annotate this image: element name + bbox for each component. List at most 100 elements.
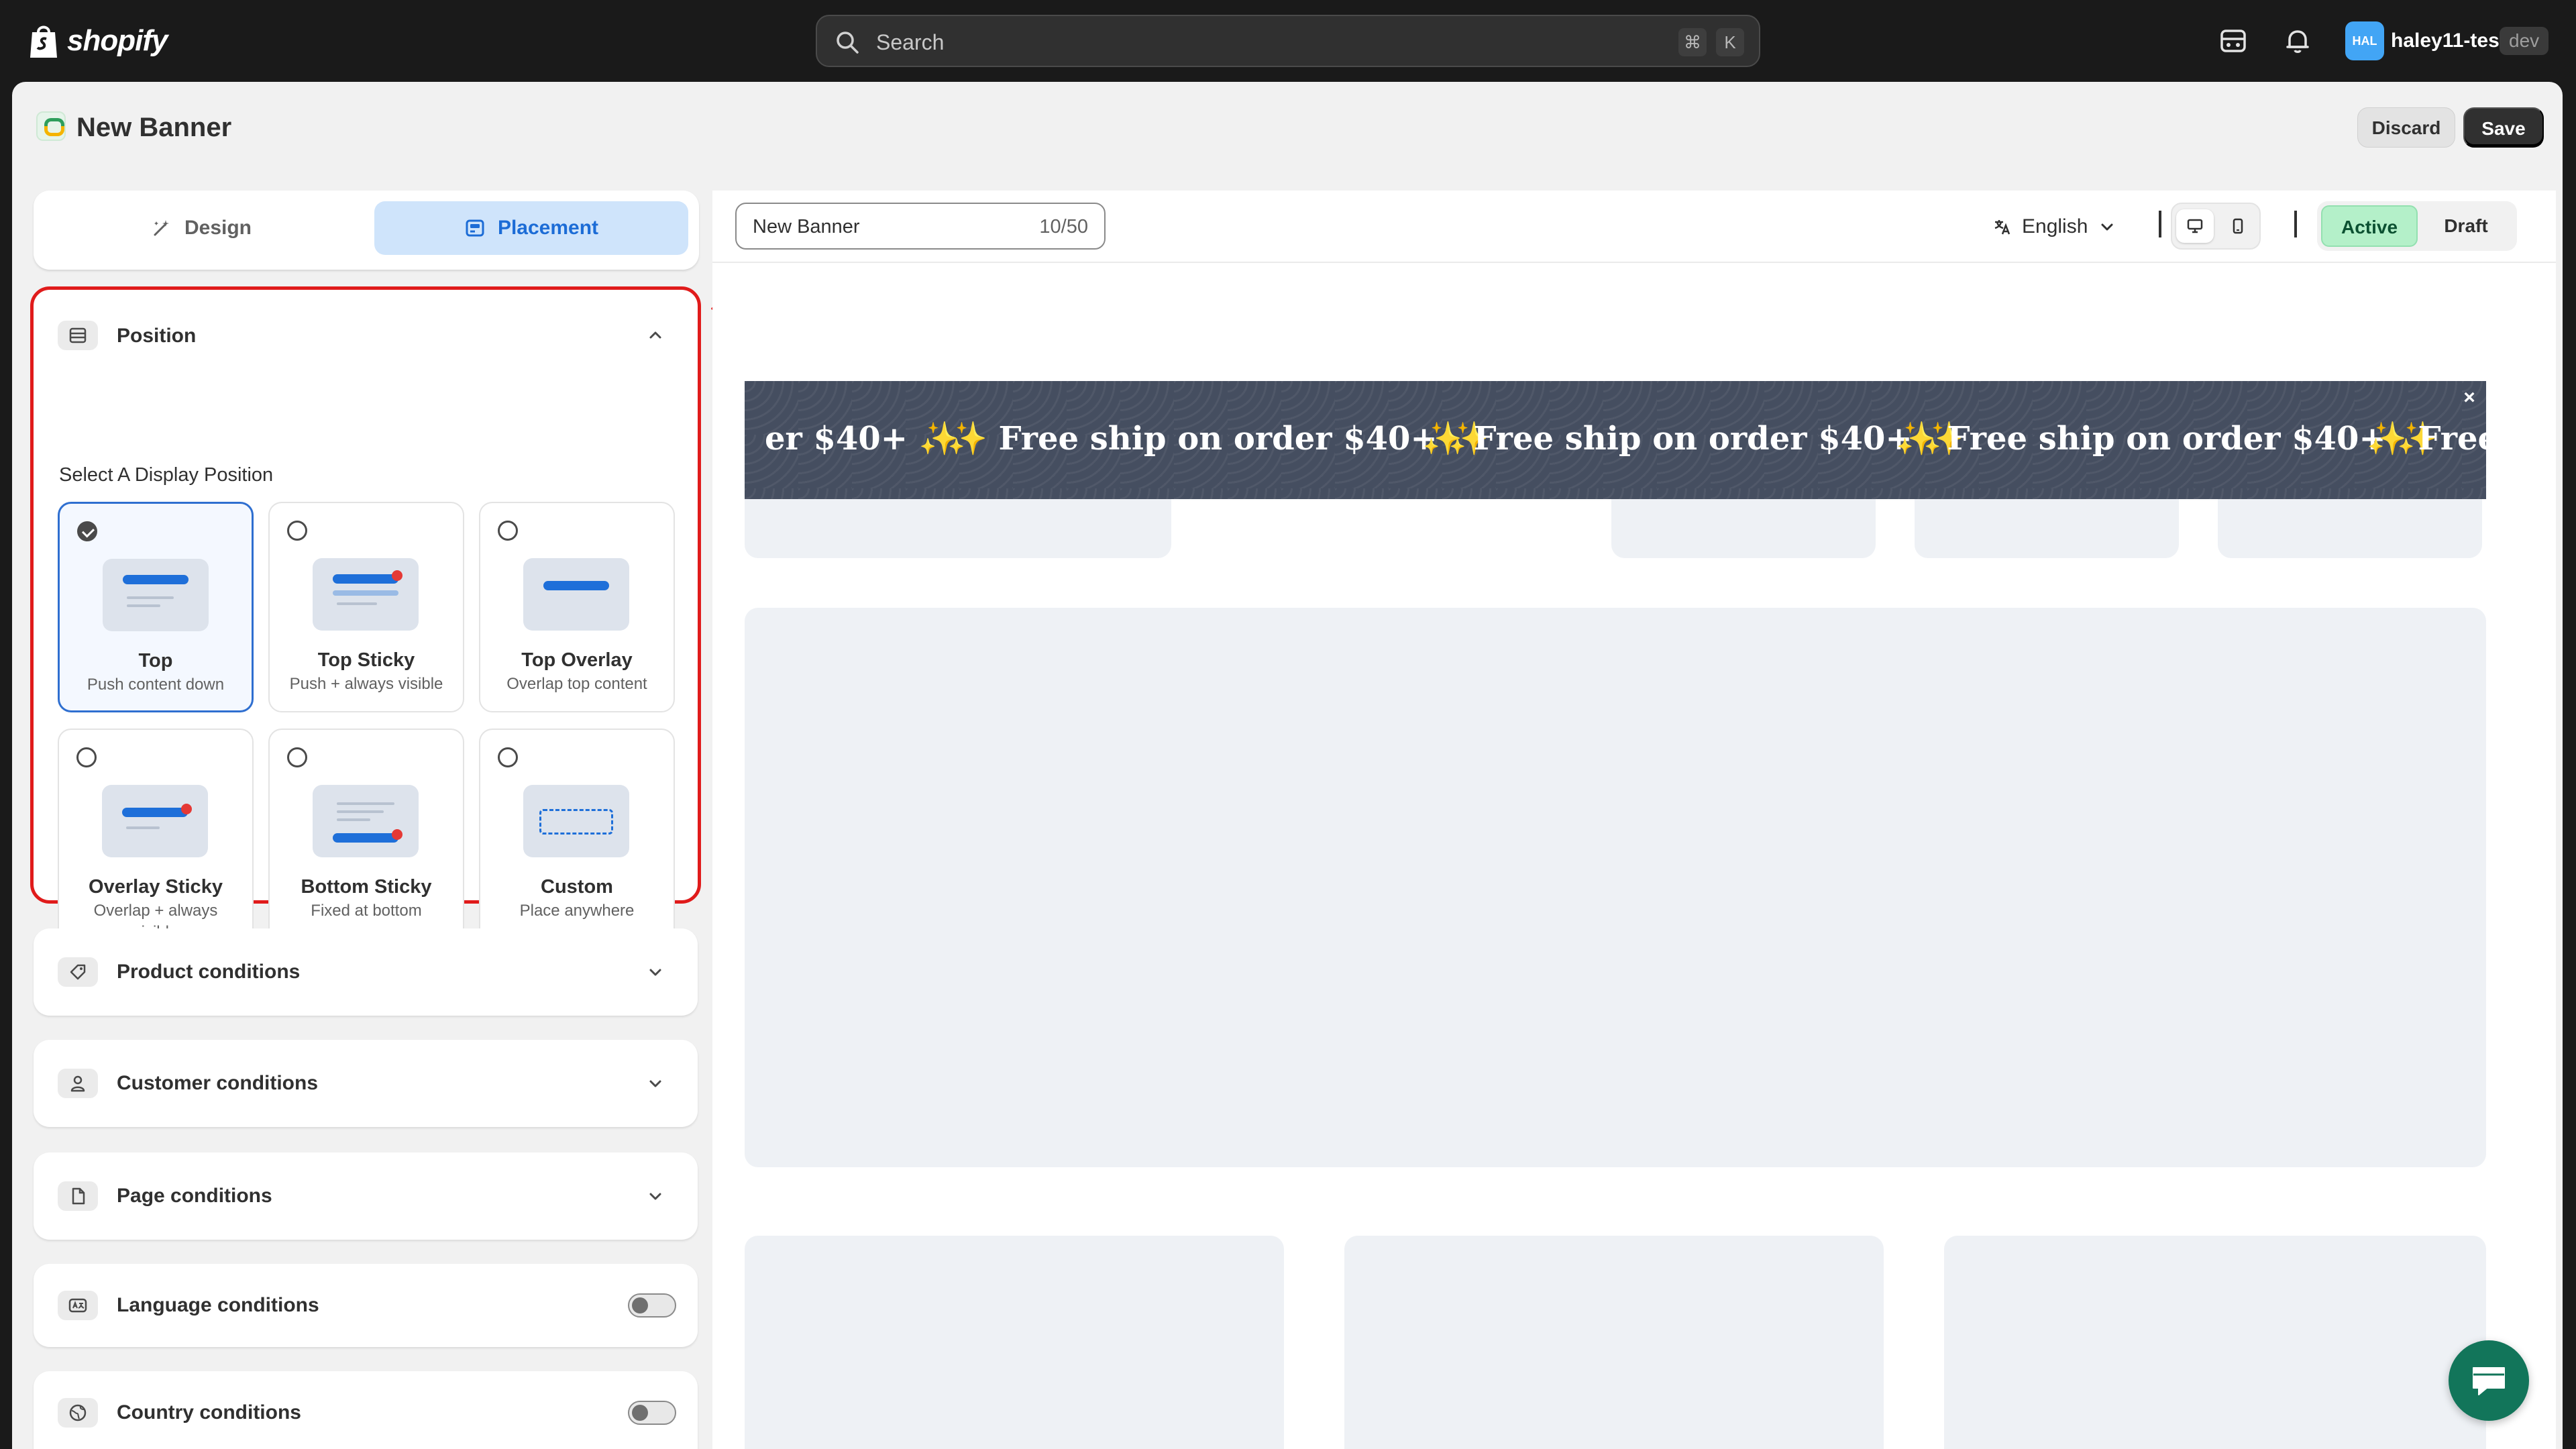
customer-conditions-title: Customer conditions — [117, 1072, 319, 1094]
translate-icon — [1994, 220, 2010, 235]
shopify-logo[interactable]: shopify — [28, 20, 168, 62]
top-overlay-illustration-icon — [523, 558, 629, 631]
option-title: Top — [138, 650, 173, 672]
page-conditions-title: Page conditions — [117, 1185, 272, 1207]
option-desc: Fixed at bottom — [311, 902, 422, 920]
option-desc: Push content down — [87, 676, 225, 694]
status-draft-button[interactable]: Draft — [2418, 205, 2514, 247]
radio-custom[interactable] — [498, 747, 518, 767]
search-icon — [837, 32, 859, 54]
shopify-bag-icon — [30, 25, 57, 58]
product-conditions-section[interactable]: Product conditions — [34, 928, 698, 1016]
chat-icon — [2473, 1367, 2505, 1395]
tab-design[interactable]: Design — [44, 201, 358, 255]
position-icon — [58, 321, 98, 350]
custom-illustration-icon — [523, 785, 629, 857]
env-badge: dev — [2500, 27, 2549, 55]
person-icon — [58, 1069, 98, 1098]
chat-support-button[interactable] — [2449, 1340, 2529, 1421]
editor-tabs: Design Placement — [34, 191, 699, 270]
top-bar: shopify Search ⌘ K HAL haley11-test dev — [0, 0, 2576, 82]
mobile-icon — [2233, 218, 2243, 234]
top-sticky-illustration-icon — [313, 558, 419, 631]
divider — [2294, 211, 2297, 237]
customer-conditions-section[interactable]: Customer conditions — [34, 1040, 698, 1127]
tab-design-label: Design — [184, 217, 252, 239]
chevron-down-icon[interactable] — [645, 962, 665, 982]
skeleton-card-placeholder — [1344, 1236, 1884, 1449]
option-title: Top Sticky — [317, 649, 415, 671]
page-conditions-section[interactable]: Page conditions — [34, 1152, 698, 1240]
radio-top-sticky[interactable] — [287, 521, 307, 541]
position-title: Position — [117, 325, 197, 347]
translate-icon — [58, 1291, 98, 1320]
tag-icon — [58, 957, 98, 987]
top-illustration-icon — [103, 559, 209, 631]
preview-toolbar: New Banner 10/50 English Active Draft — [712, 191, 2556, 263]
chevron-down-icon[interactable] — [645, 1186, 665, 1206]
store-icon[interactable] — [2218, 25, 2249, 56]
globe-icon — [58, 1398, 98, 1428]
chevron-down-icon[interactable] — [645, 1073, 665, 1093]
page-icon — [58, 1181, 98, 1211]
skeleton-placeholder — [2218, 499, 2482, 558]
position-subtitle: Select A Display Position — [59, 464, 274, 486]
save-button[interactable]: Save — [2463, 107, 2544, 148]
skeleton-placeholder — [1611, 499, 1876, 558]
mobile-view-button[interactable] — [2219, 209, 2257, 243]
banner-name-value: New Banner — [753, 216, 860, 237]
position-option-custom[interactable]: Custom Place anywhere — [479, 729, 675, 961]
banner-segment: ✨ Free — [2367, 420, 2486, 458]
position-option-top-overlay[interactable]: Top Overlay Overlap top content — [479, 502, 675, 712]
chevron-up-icon[interactable] — [645, 325, 665, 345]
position-section: Position Select A Display Position Top P… — [30, 286, 701, 961]
skeleton-placeholder — [745, 499, 1171, 558]
bottom-sticky-illustration-icon — [313, 785, 419, 857]
overlay-sticky-illustration-icon — [102, 785, 208, 857]
username[interactable]: haley11-test — [2391, 28, 2506, 54]
page-header: New Banner Discard Save — [12, 82, 2563, 172]
desktop-view-button[interactable] — [2176, 209, 2214, 243]
banner-name-count: 10/50 — [1039, 216, 1088, 237]
tab-placement[interactable]: Placement — [374, 201, 688, 255]
desktop-icon — [2187, 219, 2203, 233]
bell-icon[interactable] — [2282, 25, 2313, 56]
radio-top-overlay[interactable] — [498, 521, 518, 541]
device-switcher — [2171, 203, 2261, 250]
banner-segment: ✨ Free ship on order $40+ ✨ — [1896, 420, 2438, 458]
option-desc: Place anywhere — [519, 902, 635, 920]
discard-button[interactable]: Discard — [2357, 107, 2455, 148]
tab-placement-label: Placement — [497, 217, 599, 239]
country-conditions-toggle[interactable] — [628, 1401, 676, 1425]
country-conditions-section: Country conditions — [34, 1371, 698, 1449]
app-logo-icon — [36, 111, 66, 141]
position-option-top[interactable]: Top Push content down — [58, 502, 254, 712]
position-option-top-sticky[interactable]: Top Sticky Push + always visible — [268, 502, 464, 712]
divider — [2159, 211, 2161, 237]
banner-name-field[interactable]: New Banner 10/50 — [735, 203, 1106, 250]
search-bar[interactable]: Search ⌘ K — [816, 15, 1760, 67]
position-option-overlay-sticky[interactable]: Overlay Sticky Overlap + always visible — [58, 729, 254, 961]
logo-text: shopify — [67, 24, 168, 57]
banner-segment: ✨ Free ship on order $40+ ✨ — [1422, 420, 1964, 458]
language-label: English — [2022, 215, 2088, 237]
status-active-button[interactable]: Active — [2321, 205, 2418, 247]
language-conditions-toggle[interactable] — [628, 1293, 676, 1318]
page-title: New Banner — [76, 113, 232, 142]
language-selector[interactable]: English — [1992, 211, 2117, 243]
option-title: Custom — [541, 876, 613, 898]
user-avatar[interactable]: HAL — [2345, 21, 2384, 60]
country-conditions-title: Country conditions — [117, 1401, 301, 1424]
banner-close-icon[interactable]: × — [2459, 388, 2479, 408]
preview-panel: New Banner 10/50 English Active Draft er… — [712, 191, 2556, 1449]
option-title: Top Overlay — [521, 649, 633, 671]
radio-bottom-sticky[interactable] — [287, 747, 307, 767]
radio-overlay-sticky[interactable] — [76, 747, 97, 767]
position-option-bottom-sticky[interactable]: Bottom Sticky Fixed at bottom — [268, 729, 464, 961]
status-switch: Active Draft — [2317, 201, 2517, 251]
radio-top[interactable] — [77, 521, 97, 541]
skeleton-placeholder — [1915, 499, 2179, 558]
skeleton-hero-placeholder — [745, 608, 2486, 1167]
language-conditions-section: Language conditions — [34, 1264, 698, 1347]
search-placeholder: Search — [876, 30, 945, 54]
